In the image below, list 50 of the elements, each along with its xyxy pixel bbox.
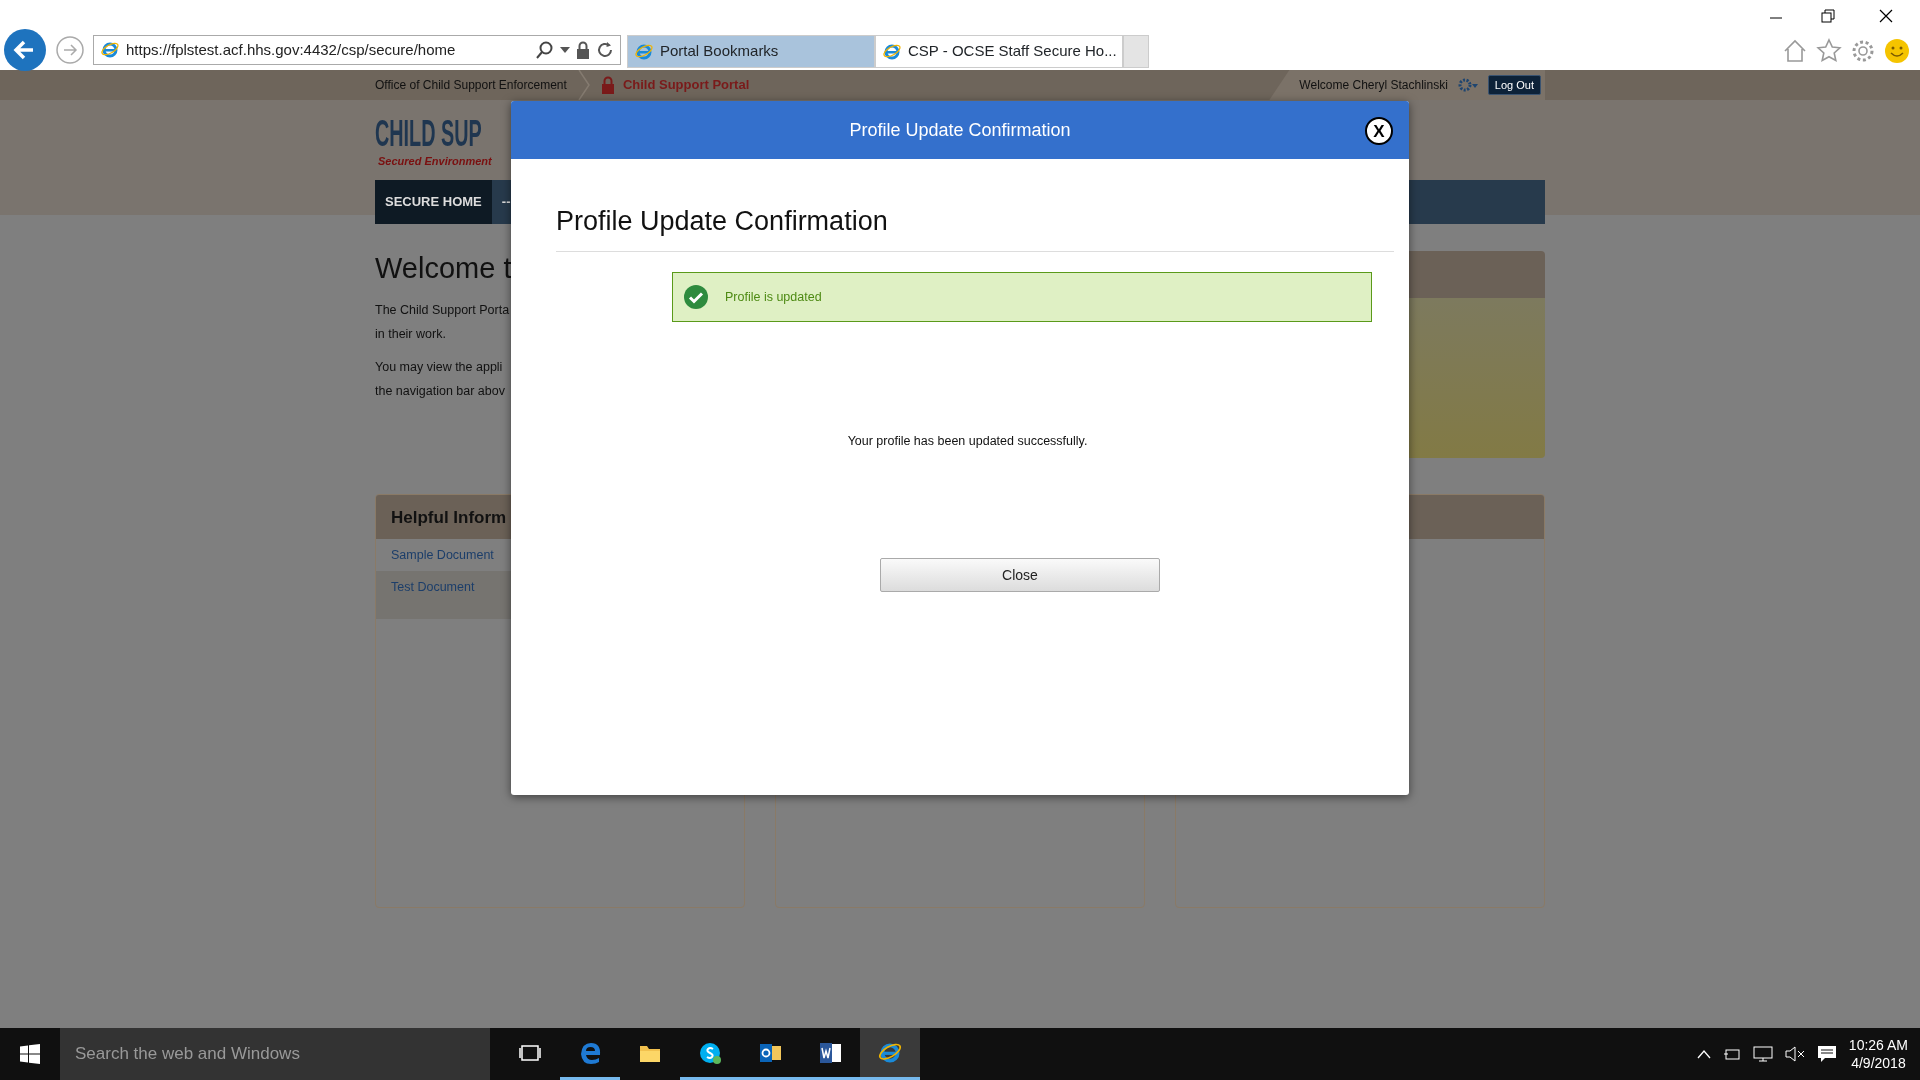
network-icon[interactable] xyxy=(1722,1047,1741,1061)
portal-name: Child Support Portal xyxy=(622,76,750,95)
edge-icon xyxy=(579,1041,601,1064)
close-button[interactable] xyxy=(1878,8,1894,24)
logout-button[interactable]: Log Out xyxy=(1487,74,1541,96)
dialog-title: Profile Update Confirmation xyxy=(556,205,1394,253)
intro-text-line: the navigation bar abov xyxy=(375,383,505,401)
back-button[interactable] xyxy=(3,28,47,72)
confirmation-message: Your profile has been updated successfully. xyxy=(846,433,1089,451)
chevron-separator-icon xyxy=(576,70,591,100)
smiley-icon[interactable] xyxy=(1884,38,1910,64)
address-field[interactable]: https://fplstest.acf.hhs.gov:4432/csp/secure/home xyxy=(93,35,621,65)
settings-icon[interactable] xyxy=(1850,38,1876,64)
welcome-user-text: Welcome Cheryl Stachlinski xyxy=(1299,77,1448,94)
close-button[interactable]: Close xyxy=(880,558,1160,593)
monitor-icon[interactable] xyxy=(1752,1046,1773,1062)
agency-name: Office of Child Support Enforcement xyxy=(375,77,567,94)
dropdown-caret-icon[interactable] xyxy=(560,47,570,53)
mail-icon xyxy=(759,1041,781,1064)
search-icon[interactable] xyxy=(536,41,554,59)
clock-date: 4/9/2018 xyxy=(1850,1054,1907,1073)
star-icon[interactable] xyxy=(1816,38,1842,64)
intro-text-line: The Child Support Porta xyxy=(375,302,510,320)
alert-text: Profile is updated xyxy=(725,289,822,306)
address-text: https://fplstest.acf.hhs.gov:4432/csp/secure/home xyxy=(126,39,457,60)
welcome-heading: Welcome t xyxy=(375,250,512,286)
browser-tab[interactable]: Portal Bookmarks xyxy=(627,35,875,68)
check-circle-icon xyxy=(683,284,709,311)
close-button[interactable]: X xyxy=(1365,117,1393,145)
nav-item[interactable]: -- xyxy=(491,179,521,224)
windows-start-icon[interactable] xyxy=(20,1044,40,1064)
chevron-up-icon[interactable] xyxy=(1696,1049,1711,1059)
logo-title: CHILD SUP xyxy=(375,112,482,152)
intro-text-line: You may view the appli xyxy=(375,359,503,377)
dialog-header-title: Profile Update Confirmation xyxy=(849,118,1071,142)
notification-icon[interactable] xyxy=(1816,1045,1837,1063)
speaker-muted-icon[interactable] xyxy=(1784,1046,1805,1062)
document-icon xyxy=(819,1041,841,1064)
browser-tab[interactable]: CSP - OCSE Staff Secure Ho... xyxy=(875,35,1123,68)
restore-button[interactable] xyxy=(1820,8,1836,24)
home-icon[interactable] xyxy=(1782,38,1808,64)
refresh-icon[interactable] xyxy=(596,41,614,59)
logo-subtitle: Secured Environment xyxy=(377,154,493,169)
lock-icon[interactable] xyxy=(576,41,590,59)
search-field[interactable]: Search the web and Windows xyxy=(60,1028,490,1080)
skype-icon xyxy=(699,1041,721,1064)
lock-icon xyxy=(600,76,615,94)
clock-time: 10:26 AM xyxy=(1848,1035,1908,1054)
nav-item[interactable]: SECURE HOME xyxy=(375,179,492,224)
intro-text-line: in their work. xyxy=(375,326,446,344)
